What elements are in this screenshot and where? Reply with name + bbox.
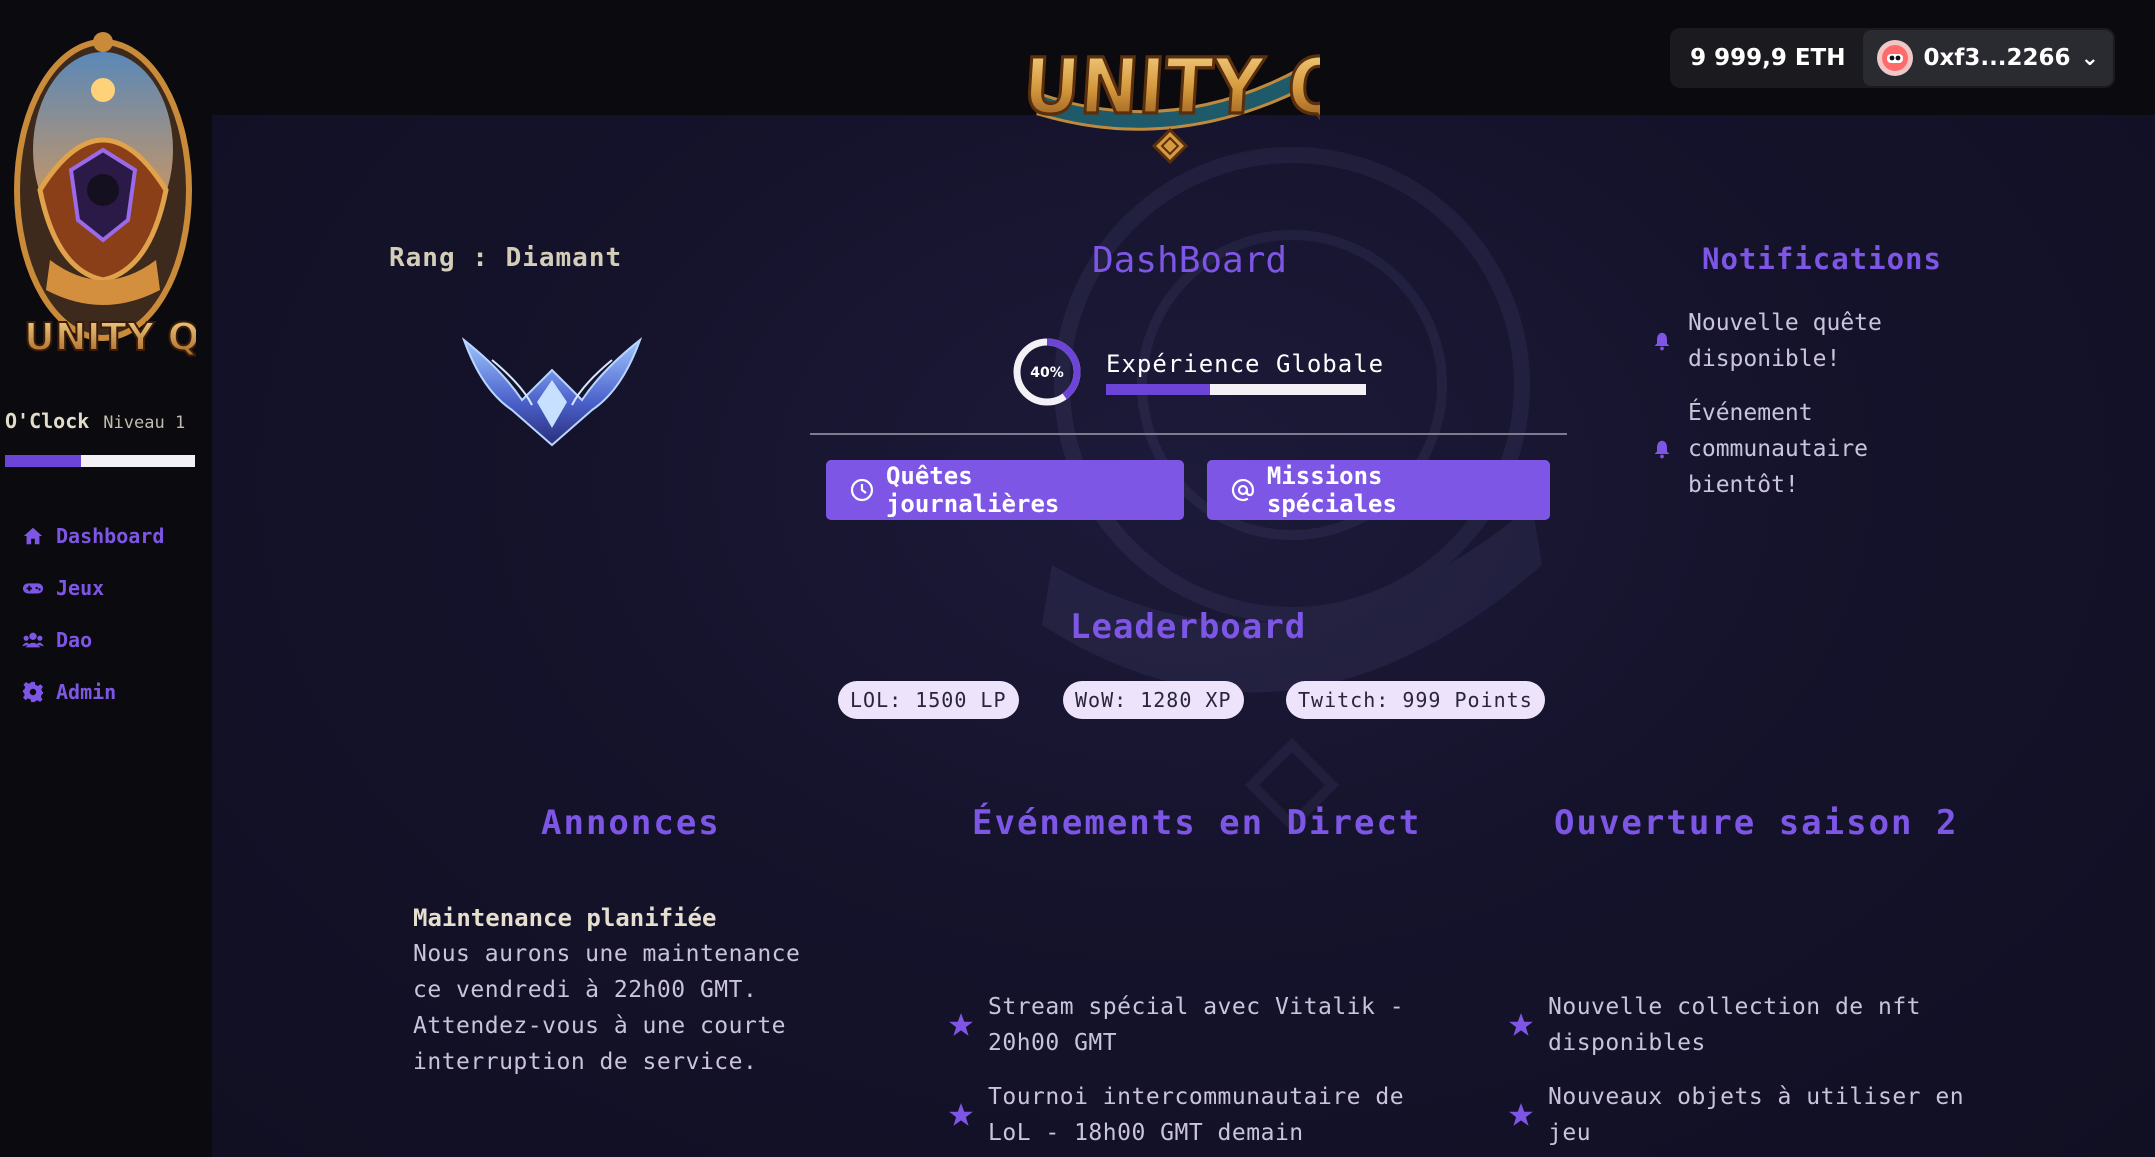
special-missions-button[interactable]: Missions spéciales (1207, 460, 1550, 520)
announcement-card: Maintenance planifiée Nous aurons une ma… (413, 900, 833, 1080)
sidebar-item-label: Jeux (56, 576, 105, 600)
users-icon (22, 632, 44, 648)
wallet-widget: 9 999,9 ETH 0xf3...2266 ⌄ (1670, 28, 2115, 88)
chevron-down-icon: ⌄ (2080, 45, 2099, 71)
star-icon (1509, 1103, 1533, 1126)
global-experience: 40% Expérience Globale (1012, 337, 1384, 407)
user-name: O'Clock (5, 409, 90, 433)
level-progress-fill (5, 455, 81, 467)
experience-ring: 40% (1013, 338, 1081, 406)
list-item: Tournoi intercommunautaire de LoL - 18h0… (948, 1079, 1418, 1151)
notification-item[interactable]: Événement communautaire bientôt! (1652, 395, 1972, 503)
daily-quests-label: Quêtes journalières (885, 462, 1060, 518)
leaderboard-chip-wow[interactable]: WoW: 1280 XP (1063, 681, 1244, 719)
star-icon (949, 1103, 973, 1126)
experience-label: Expérience Globale (1106, 349, 1385, 378)
daily-quests-button[interactable]: Quêtes journalières (826, 460, 1184, 520)
notifications-list: Nouvelle quête disponible! Événement com… (1652, 305, 1972, 521)
rank-label: Rang : Diamant (389, 243, 623, 273)
list-item: Nouveaux objets à utiliser en jeu (1508, 1079, 1978, 1151)
background-watermark-logo (1042, 147, 1542, 833)
sidebar-item-label: Dashboard (56, 524, 165, 548)
bell-icon (1654, 332, 1670, 351)
wallet-address: 0xf3...2266 (1923, 45, 2071, 71)
star-icon (949, 1013, 973, 1036)
notifications-title: Notifications (1702, 242, 1942, 276)
season-title: Ouverture saison 2 (1554, 803, 1959, 843)
notification-item[interactable]: Nouvelle quête disponible! (1652, 305, 1972, 377)
diamond-rank-icon (462, 337, 642, 447)
unity-quest-logo[interactable]: UNITY QUEST (1020, 14, 1320, 164)
sidebar-nav: Dashboard Jeux Dao Admin (22, 510, 164, 718)
list-item: Nouvelle collection de nft disponibles (1508, 989, 1978, 1061)
star-icon (1509, 1013, 1533, 1036)
sidebar: UNITY QUEST O'Clock Niveau 1 Dashboard J… (0, 0, 212, 1157)
live-events-list: Stream spécial avec Vitalik - 20h00 GMT … (948, 989, 1418, 1157)
leaderboard-title: Leaderboard (1070, 607, 1307, 647)
announcements-title: Annonces (541, 803, 721, 843)
bell-icon (1654, 440, 1670, 459)
home-icon (23, 527, 43, 545)
experience-bar-fill (1106, 383, 1210, 395)
season-list: Nouvelle collection de nft disponibles N… (1508, 989, 1978, 1157)
dashboard-title: DashBoard (1092, 240, 1288, 281)
experience-percent: 40% (1030, 365, 1064, 381)
main-content: Rang : Diamant DashBoard 40% Expérience … (212, 115, 2155, 1157)
sidebar-item-label: Admin (56, 680, 117, 704)
level-progress-bar (5, 455, 195, 467)
user-level: Niveau 1 (103, 413, 186, 433)
list-item: Stream spécial avec Vitalik - 20h00 GMT (948, 989, 1418, 1061)
leaderboard-chip-lol[interactable]: LOL: 1500 LP (838, 681, 1019, 719)
notification-text: Nouvelle quête disponible! (1688, 310, 1882, 372)
notification-text: Événement communautaire bientôt! (1688, 400, 1869, 498)
eth-balance: 9 999,9 ETH (1690, 45, 1846, 71)
season-text: Nouveaux objets à utiliser en jeu (1548, 1084, 1965, 1146)
clock-icon (850, 478, 874, 502)
sidebar-emblem-logo[interactable]: UNITY QUEST (10, 30, 196, 375)
user-info: O'Clock Niveau 1 (5, 409, 185, 433)
live-events-title: Événements en Direct (972, 803, 1422, 843)
account-avatar-icon (1877, 40, 1914, 76)
at-icon (1231, 478, 1255, 502)
svg-text:UNITY QUEST: UNITY QUEST (24, 315, 196, 359)
leaderboard-chip-twitch[interactable]: Twitch: 999 Points (1286, 681, 1545, 719)
experience-bar (1106, 383, 1366, 395)
special-missions-label: Missions spéciales (1266, 462, 1397, 518)
season-text: Nouvelle collection de nft disponibles (1548, 994, 1922, 1056)
sidebar-item-label: Dao (56, 628, 93, 652)
event-text: Stream spécial avec Vitalik - 20h00 GMT (988, 994, 1405, 1056)
event-text: Tournoi intercommunautaire de LoL - 18h0… (988, 1084, 1405, 1146)
announcement-body: Nous aurons une maintenance ce vendredi … (413, 941, 801, 1075)
announcement-heading: Maintenance planifiée (413, 904, 717, 932)
divider (810, 433, 1567, 435)
svg-text:UNITY QUEST: UNITY QUEST (1021, 43, 1320, 132)
gamepad-icon (22, 583, 44, 594)
account-button[interactable]: 0xf3...2266 ⌄ (1863, 30, 2113, 86)
gear-icon (22, 681, 44, 703)
